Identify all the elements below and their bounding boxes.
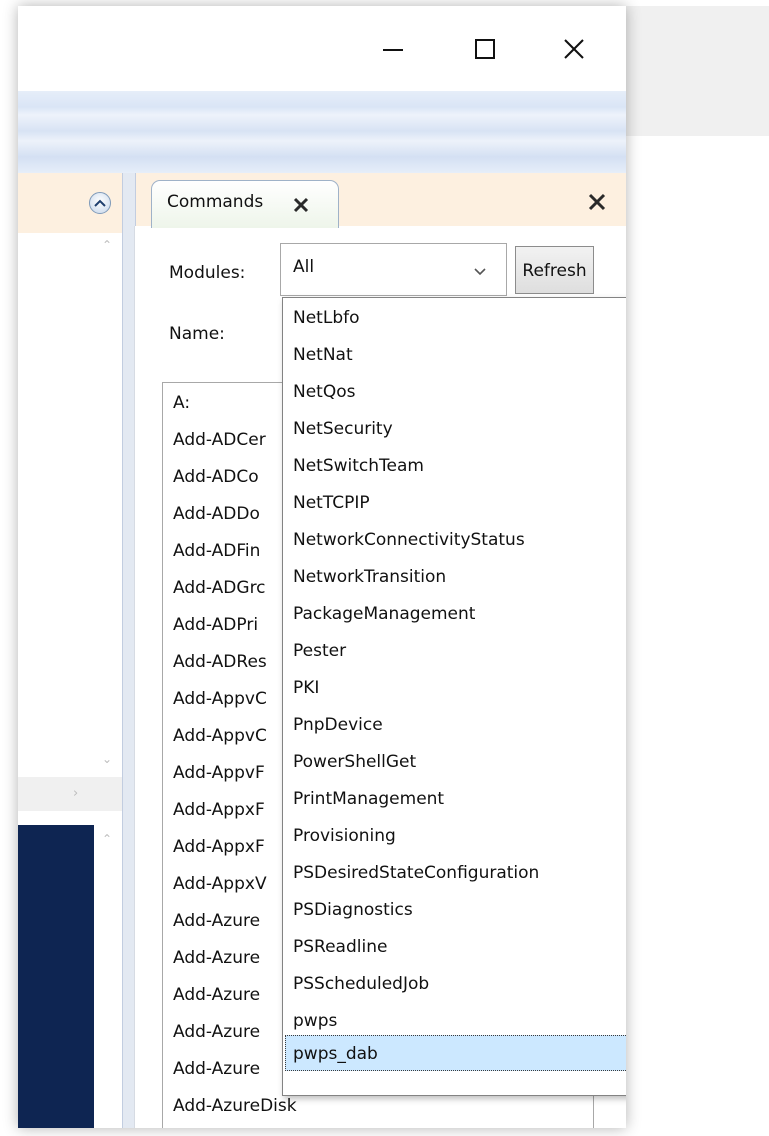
dropdown-item[interactable]: NetSwitchTeam [293,456,424,476]
console-output [18,825,94,1128]
dropdown-item[interactable]: NetSecurity [293,419,393,439]
collapse-pane-button[interactable] [89,192,111,214]
list-item[interactable]: Add-ADDo [173,504,260,524]
list-item[interactable]: Add-Azure [173,948,260,968]
list-item[interactable]: Add-Azure [173,1022,260,1042]
close-icon [564,39,584,59]
minimize-icon [383,49,403,51]
dropdown-item[interactable]: NetQos [293,382,355,402]
name-label: Name: [169,324,225,344]
list-item[interactable]: Add-ADRes [173,652,267,672]
chevron-up-icon [94,199,106,207]
dropdown-item-selected[interactable]: pwps_dab [293,1044,378,1064]
list-item[interactable]: Add-AzureDisk [173,1096,297,1116]
close-button[interactable] [544,24,604,74]
dropdown-item[interactable]: PnpDevice [293,715,383,735]
dropdown-item[interactable]: NetworkTransition [293,567,446,587]
list-item[interactable]: Add-Azure [173,911,260,931]
modules-label: Modules: [169,263,246,283]
dropdown-item[interactable]: PSDiagnostics [293,900,413,920]
tab-commands-label: Commands [167,192,264,212]
scroll-right-icon[interactable]: › [73,786,78,801]
toolbar-ribbon [18,91,626,173]
list-item[interactable]: Add-ADCo [173,467,259,487]
list-item[interactable]: Add-AppxV [173,874,267,894]
chevron-down-icon [474,261,486,280]
list-item[interactable]: Add-AppxF [173,800,265,820]
list-item[interactable]: Add-Azure [173,985,260,1005]
dropdown-item[interactable]: NetTCPIP [293,493,370,513]
dropdown-item[interactable]: PackageManagement [293,604,475,624]
tab-close-icon[interactable] [292,196,310,218]
list-item[interactable]: Add-AppvC [173,689,267,709]
scroll-down-icon[interactable]: ⌄ [102,752,112,766]
dropdown-item[interactable]: PowerShellGet [293,752,416,772]
dropdown-item[interactable]: PrintManagement [293,789,444,809]
list-item[interactable]: Add-Azure [173,1059,260,1079]
dropdown-item[interactable]: PSDesiredStateConfiguration [293,863,539,883]
list-item[interactable]: Add-AppvF [173,763,265,783]
scroll-up-icon[interactable]: ⌃ [102,238,112,252]
dropdown-item[interactable]: pwps [293,1011,337,1031]
dropdown-item[interactable]: PSReadline [293,937,387,957]
horizontal-scrollbar[interactable] [18,777,122,811]
list-item[interactable]: Add-AppvC [173,726,267,746]
dropdown-item[interactable]: PKI [293,678,319,698]
modules-selected-value: All [293,257,315,277]
modules-dropdown-list[interactable]: NetLbfo NetNat NetQos NetSecurity NetSwi… [282,297,626,1096]
console-scroll-up-icon[interactable]: ⌃ [102,832,112,846]
list-item[interactable]: Add-ADFin [173,541,260,561]
dropdown-item[interactable]: NetLbfo [293,308,360,328]
list-item[interactable]: Add-ADGrc [173,578,266,598]
list-item[interactable]: Add-ADPri [173,615,258,635]
dropdown-item[interactable]: NetNat [293,345,353,365]
maximize-icon [475,39,495,59]
dropdown-item[interactable]: Provisioning [293,826,396,846]
maximize-button[interactable] [455,24,515,74]
dropdown-item[interactable]: NetworkConnectivityStatus [293,530,525,550]
dropdown-item[interactable]: PSScheduledJob [293,974,429,994]
minimize-button[interactable] [363,24,423,74]
list-item[interactable]: Add-AppxF [173,837,265,857]
background-window [626,6,769,136]
refresh-button[interactable]: Refresh [515,246,594,294]
ise-window: ⌃ ⌄ › ⌃ Commands Modules: All Refresh Na… [18,6,626,1128]
pane-close-icon[interactable] [588,193,606,215]
dropdown-item[interactable]: Pester [293,641,346,661]
list-item[interactable]: Add-ADCer [173,430,266,450]
list-item[interactable]: A: [173,393,190,413]
